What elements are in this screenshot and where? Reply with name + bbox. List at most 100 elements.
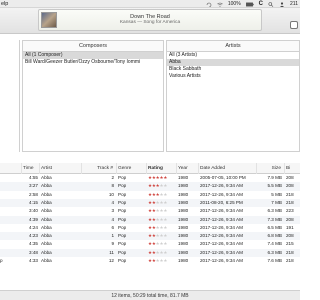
- cell-time: 4:23: [29, 233, 38, 239]
- cell-track: 4: [111, 199, 114, 205]
- artist-item-various-artists[interactable]: Various Artists: [167, 73, 299, 80]
- cell-time: 4:39: [29, 216, 38, 222]
- rating-stars[interactable]: ★★★★★: [148, 249, 176, 257]
- cell-time: 4:15: [29, 199, 38, 205]
- star-icon[interactable]: ★: [163, 250, 167, 255]
- search-icon[interactable]: [268, 1, 274, 7]
- star-icon[interactable]: ★: [163, 233, 167, 238]
- composers-pane: Composers All (1 Composer) Bill Ward/Gee…: [22, 40, 164, 152]
- table-row[interactable]: 4:55 Abba 2 Pop ★★★★★ 1980 2005-07-05, 10:00 P…: [0, 174, 300, 182]
- rating-stars[interactable]: ★★★★★: [148, 191, 176, 199]
- star-icon[interactable]: ★: [163, 241, 167, 246]
- cell-artist: Abba: [41, 191, 52, 197]
- star-icon[interactable]: ★: [163, 183, 167, 188]
- star-icon[interactable]: ★: [163, 225, 167, 230]
- table-row[interactable]: 4:15 Abba 4 Pop ★★★★★ 1980 2011-08-20, 6:25 PM…: [0, 198, 300, 208]
- star-icon[interactable]: ★: [163, 258, 167, 263]
- cell-artist: Abba: [41, 199, 52, 205]
- cell-artist: Abba: [41, 233, 52, 239]
- artist-item-all[interactable]: All (3 Artists): [167, 52, 299, 59]
- album-art[interactable]: [41, 12, 57, 28]
- column-header-rating[interactable]: Rating: [147, 163, 177, 174]
- rating-stars[interactable]: ★★★★★: [148, 224, 176, 232]
- cell-genre: Pop: [118, 199, 127, 205]
- table-header: Time Artist Track # Genre Rating Year Da…: [0, 163, 300, 174]
- cell-track: 8: [111, 183, 114, 189]
- column-header-artist[interactable]: Artist: [40, 163, 82, 174]
- artists-header[interactable]: Artists: [167, 41, 299, 52]
- cell-date-added: 2017-12-26, 9:34 AM: [200, 233, 243, 239]
- cell-date-added: 2017-12-26, 9:34 AM: [200, 241, 243, 247]
- star-icon[interactable]: ★: [163, 200, 167, 205]
- table-row[interactable]: 4:24 Abba 6 Pop ★★★★★ 1980 2017-12-26, 9:34 AM…: [0, 224, 300, 232]
- cell-time: 3:27: [29, 183, 38, 189]
- artist-item-abba[interactable]: Abba: [167, 59, 299, 66]
- cell-genre: Pop: [118, 258, 127, 263]
- rating-stars[interactable]: ★★★★★: [148, 257, 176, 265]
- column-header-bit-rate[interactable]: Bi: [285, 163, 300, 174]
- composers-header[interactable]: Composers: [23, 41, 163, 52]
- menu-bar: elp 100% C 211: [0, 0, 300, 8]
- cell-track: 6: [111, 224, 114, 230]
- artist-item-black-sabbath[interactable]: Black Sabbath: [167, 66, 299, 73]
- toolbar: Down The Road Kansas — Song for America: [0, 8, 300, 34]
- cell-size: 5 MB: [271, 191, 282, 197]
- composer-item[interactable]: Bill Ward/Geezer Butler/Ozzy Osbourne/To…: [23, 59, 163, 66]
- cell-artist: Abba: [41, 208, 52, 214]
- sync-icon[interactable]: [206, 2, 212, 7]
- table-row[interactable]: 4:35 Abba 9 Pop ★★★★★ 1980 2017-12-26, 9:34 AM…: [0, 240, 300, 248]
- table-row[interactable]: 3:48 Abba 11 Pop ★★★★★ 1980 2017-12-26, 9:34 A…: [0, 248, 300, 257]
- cell-genre: Pop: [118, 224, 127, 230]
- cell-lead: [0, 174, 20, 182]
- cell-date-added: 2017-12-26, 9:34 AM: [200, 183, 243, 189]
- column-header-year[interactable]: Year: [177, 163, 199, 174]
- clock: 211: [290, 1, 298, 7]
- cell-year: 1980: [178, 241, 189, 247]
- star-icon[interactable]: ★: [163, 208, 167, 213]
- browse-icon[interactable]: [290, 21, 298, 29]
- column-header-genre[interactable]: Genre: [117, 163, 147, 174]
- column-header-name[interactable]: [0, 163, 22, 174]
- cell-lead: [0, 240, 20, 248]
- star-icon[interactable]: ★: [163, 192, 167, 197]
- cell-date-added: 2017-12-26, 9:34 AM: [200, 258, 243, 263]
- rating-stars[interactable]: ★★★★★: [148, 174, 176, 182]
- rating-stars[interactable]: ★★★★★: [148, 182, 176, 190]
- cell-bit: 208: [286, 216, 294, 222]
- table-row[interactable]: 4:39 Abba 4 Pop ★★★★★ 1980 2017-12-26, 9:34 AM…: [0, 215, 300, 224]
- cell-date-added: 2011-08-20, 6:25 PM: [200, 199, 243, 205]
- cell-size: 5.5 MB: [267, 183, 282, 189]
- cell-bit: 208: [286, 233, 294, 239]
- battery-percent: 100%: [227, 1, 241, 7]
- cell-lead: [0, 199, 20, 207]
- wifi-icon[interactable]: [217, 2, 223, 7]
- column-header-date-added[interactable]: Date Added: [199, 163, 257, 174]
- rating-stars[interactable]: ★★★★★: [148, 240, 176, 248]
- table-row[interactable]: 4:23 Abba 1 Pop ★★★★★ 1980 2017-12-26, 9:34 AM…: [0, 232, 300, 241]
- cell-time: 4:24: [29, 224, 38, 230]
- column-header-track[interactable]: Track #: [82, 163, 117, 174]
- cell-year: 1980: [178, 233, 189, 239]
- table-row[interactable]: 3:27 Abba 8 Pop ★★★★★ 1980 2017-12-26, 9:34 AM…: [0, 182, 300, 191]
- rating-stars[interactable]: ★★★★★: [148, 199, 176, 207]
- user-icon[interactable]: [279, 1, 285, 7]
- rating-stars[interactable]: ★★★★★: [148, 216, 176, 224]
- column-header-size[interactable]: Size: [257, 163, 285, 174]
- cell-bit: 215: [286, 241, 294, 247]
- status-bar: 12 items, 50:29 total time, 81.7 MB: [0, 290, 300, 300]
- menu-help[interactable]: elp: [1, 1, 8, 7]
- column-header-time[interactable]: Time: [22, 163, 40, 174]
- c-menu-icon[interactable]: C: [259, 1, 263, 7]
- cell-year: 1980: [178, 183, 189, 189]
- table-row[interactable]: 2:58 Abba 10 Pop ★★★★★ 1980 2017-12-26, 9:34 A…: [0, 191, 300, 199]
- table-row[interactable]: 3:40 Abba 3 Pop ★★★★★ 1980 2017-12-26, 9:34 AM…: [0, 207, 300, 215]
- table-row[interactable]: p 4:33 Abba 12 Pop ★★★★★ 1980 2017-12-26, 9:34 …: [0, 257, 300, 265]
- cell-time: 3:40: [29, 208, 38, 214]
- battery-icon[interactable]: [245, 2, 254, 7]
- rating-stars[interactable]: ★★★★★: [148, 207, 176, 215]
- rating-stars[interactable]: ★★★★★: [148, 232, 176, 240]
- composer-item-all[interactable]: All (1 Composer): [23, 52, 163, 59]
- star-icon[interactable]: ★: [163, 175, 167, 180]
- star-icon[interactable]: ★: [163, 217, 167, 222]
- cell-size: 6.3 MB: [267, 249, 282, 255]
